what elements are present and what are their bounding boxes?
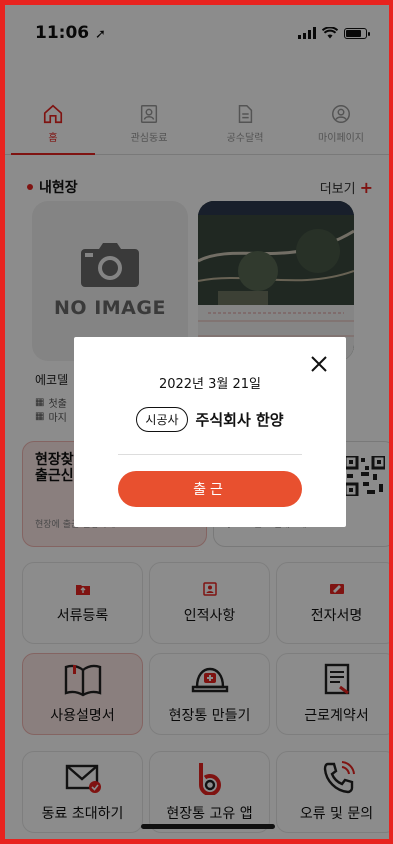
app-frame: 11:06 ➚ 홈 관심동료 공수달력 마이페이지 내현장 더보기 + NO I… — [0, 0, 393, 844]
home-indicator — [141, 824, 275, 829]
company-row: 시공사 주식회사 한양 — [74, 407, 346, 432]
role-badge: 시공사 — [136, 407, 188, 432]
close-icon[interactable] — [310, 355, 328, 373]
checkin-modal: 2022년 3월 21일 시공사 주식회사 한양 출근 — [74, 337, 346, 527]
divider — [118, 454, 302, 455]
checkin-date: 2022년 3월 21일 — [158, 377, 262, 392]
company-name: 주식회사 한양 — [195, 411, 284, 429]
checkin-button[interactable]: 출근 — [118, 471, 302, 507]
